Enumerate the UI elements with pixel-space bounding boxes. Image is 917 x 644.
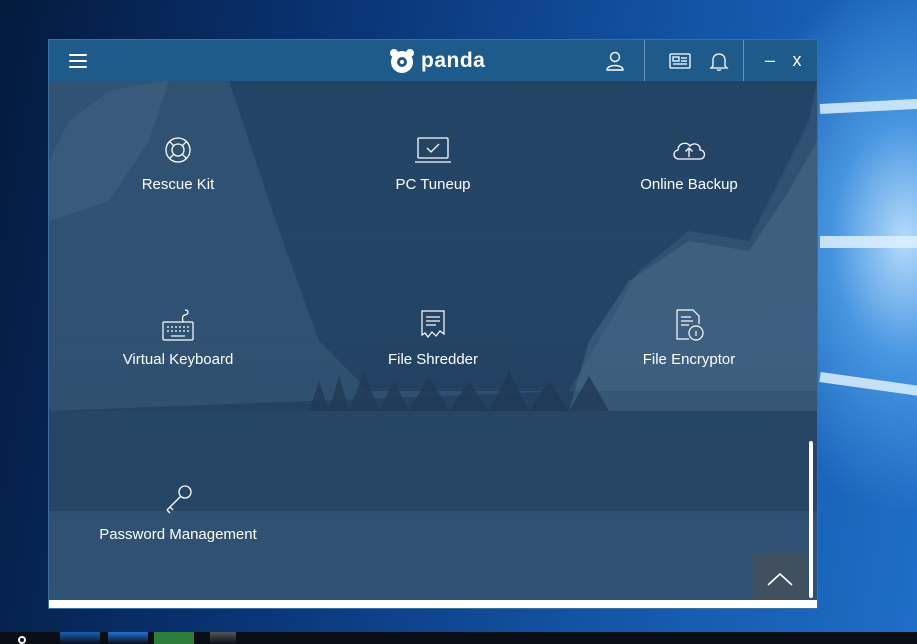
title-bar[interactable]: panda – x	[49, 40, 817, 81]
tile-label: Password Management	[99, 526, 257, 543]
panda-logo-icon	[390, 49, 414, 73]
tile-label: Rescue Kit	[141, 176, 215, 193]
tile-online-backup[interactable]: Online Backup	[589, 133, 789, 213]
panda-window: panda – x Rescue Kit PC Tuneup Online Ba…	[48, 39, 818, 609]
light-beam	[820, 236, 917, 248]
tile-label: PC Tuneup	[395, 176, 471, 193]
window-bottom-bar	[49, 600, 817, 608]
tile-label: File Encryptor	[642, 351, 736, 368]
tile-virtual-keyboard[interactable]: Virtual Keyboard	[78, 308, 278, 388]
news-icon[interactable]	[660, 40, 700, 81]
scrollbar-thumb[interactable]	[809, 441, 813, 598]
laptop-check-icon	[415, 137, 451, 163]
lifebuoy-icon	[165, 137, 191, 163]
tools-panel: Rescue Kit PC Tuneup Online Backup Virtu…	[49, 81, 817, 600]
close-button[interactable]: x	[782, 40, 812, 81]
chevron-up-icon	[767, 572, 793, 586]
tile-label: Online Backup	[640, 176, 738, 193]
taskbar-app-icon[interactable]	[154, 632, 194, 644]
tile-label: File Shredder	[387, 351, 479, 368]
title-separator	[743, 40, 744, 81]
menu-icon[interactable]	[69, 54, 87, 68]
shredder-icon	[421, 310, 445, 338]
taskbar-app-icon[interactable]	[60, 632, 100, 644]
tile-file-encryptor[interactable]: File Encryptor	[589, 308, 789, 388]
scroll-to-top-button[interactable]	[753, 553, 807, 600]
keyboard-icon	[162, 309, 194, 341]
file-lock-icon	[676, 309, 704, 341]
title-separator	[644, 40, 645, 81]
tile-label: Virtual Keyboard	[122, 351, 234, 368]
light-beam	[819, 372, 917, 402]
light-beam	[819, 96, 917, 114]
taskbar-search-icon[interactable]	[18, 636, 26, 644]
tile-file-shredder[interactable]: File Shredder	[333, 308, 533, 388]
minimize-button[interactable]: –	[755, 40, 785, 81]
taskbar-app-icon[interactable]	[210, 632, 236, 644]
user-icon[interactable]	[595, 40, 635, 81]
brand-name: panda	[421, 49, 486, 72]
tile-password-management[interactable]: Password Management	[78, 483, 278, 563]
key-icon	[166, 485, 192, 514]
taskbar	[0, 632, 917, 644]
panda-logo: panda	[389, 48, 485, 74]
cloud-upload-icon	[673, 142, 706, 160]
tile-pc-tuneup[interactable]: PC Tuneup	[333, 133, 533, 213]
taskbar-app-icon[interactable]	[108, 632, 148, 644]
tile-rescue-kit[interactable]: Rescue Kit	[78, 133, 278, 213]
bell-icon[interactable]	[699, 40, 739, 81]
